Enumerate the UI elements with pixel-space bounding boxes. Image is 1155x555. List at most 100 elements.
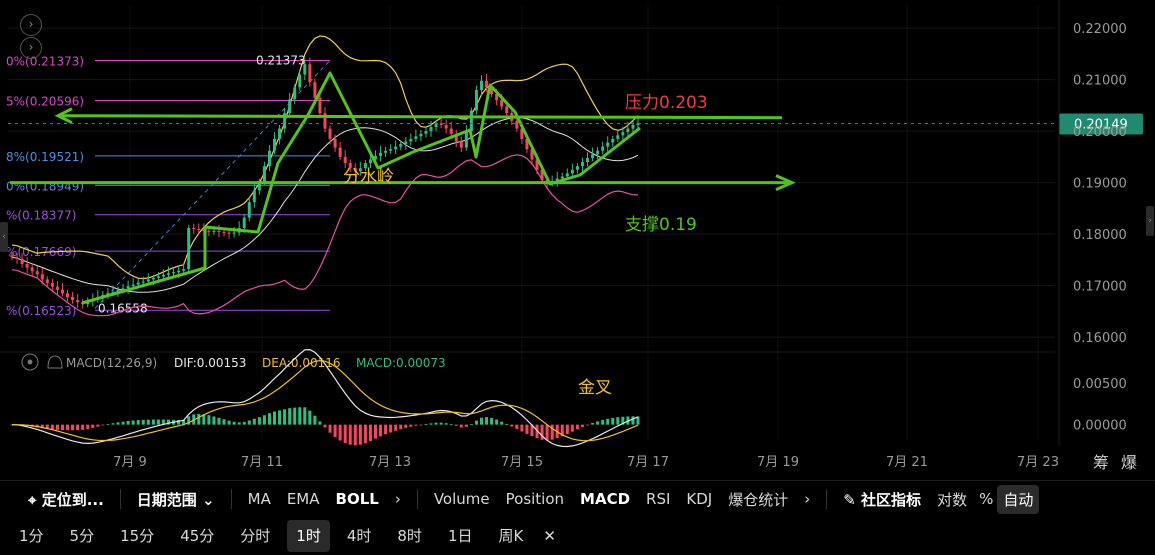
expand-icon-2[interactable]: › (20, 37, 42, 59)
interval-15m[interactable]: 15分 (111, 520, 163, 552)
log-scale-toggle[interactable]: 对数 (929, 489, 975, 510)
macd-histogram-bar (510, 424, 514, 427)
macd-histogram-bar (146, 419, 150, 425)
macd-histogram-bar (91, 424, 95, 428)
macd-histogram-bar (257, 417, 261, 425)
liquidation-icon: 爆 (1121, 453, 1137, 472)
indicator-boll[interactable]: BOLL (328, 490, 387, 508)
macd-histogram-bar (131, 420, 135, 425)
interval-1h[interactable]: 1时 (287, 519, 330, 552)
macd-histogram-bar (586, 424, 590, 426)
candle-body (596, 150, 600, 155)
macd-histogram-bar (71, 424, 75, 431)
macd-histogram-bar (227, 420, 231, 425)
indicator-liquidation[interactable]: 爆仓统计 (720, 489, 796, 510)
macd-histogram-bar (101, 424, 105, 426)
candle-body (601, 146, 605, 151)
macd-histogram-bar (126, 420, 130, 425)
indicator-kdj[interactable]: KDJ (678, 490, 720, 508)
candle-body (252, 190, 256, 203)
macd-histogram-bar (459, 424, 463, 428)
date-range-dropdown[interactable]: 日期范围 ⌄ (129, 489, 223, 510)
boll-upper-line (11, 35, 639, 280)
candle-body (565, 173, 569, 177)
candle-body (232, 232, 236, 234)
candle-body (368, 159, 372, 164)
indicator-toolbar: ⌖ 定位到... 日期范围 ⌄ MA EMA BOLL › Volume Pos… (0, 480, 1155, 517)
time-tick-label: 7月 17 (627, 455, 669, 470)
macd-histogram-bar (515, 424, 519, 429)
chevron-right-icon[interactable]: › (796, 490, 818, 508)
interval-45m[interactable]: 45分 (171, 520, 223, 552)
indicator-volume[interactable]: Volume (426, 490, 498, 508)
macd-histogram-bar (434, 422, 438, 425)
interval-1d[interactable]: 1日 (439, 520, 482, 552)
interval-4h[interactable]: 4时 (338, 520, 381, 552)
right-collapse-tab[interactable]: › (1146, 206, 1154, 236)
indicator-ma[interactable]: MA (240, 490, 279, 508)
indicator-rsi[interactable]: RSI (638, 490, 678, 508)
price-tick-label: 0.21000 (1073, 74, 1127, 89)
macd-dif-label: DIF:0.00153 (174, 356, 246, 370)
candle-body (161, 274, 165, 277)
candle-body (278, 128, 282, 139)
candle-body (247, 202, 251, 218)
candle-body (212, 231, 216, 233)
time-tick-label: 7月 19 (757, 455, 799, 470)
macd-histogram-bar (358, 424, 362, 445)
macd-histogram-bar (379, 424, 383, 437)
candle-body (25, 264, 29, 268)
left-collapse-tab[interactable]: ‹ (0, 222, 8, 252)
macd-histogram-bar (368, 424, 372, 441)
close-icon[interactable]: ✕ (534, 520, 565, 552)
locate-label: 定位到... (41, 490, 104, 509)
expand-icon[interactable]: › (20, 14, 42, 36)
macd-histogram-bar (414, 424, 418, 426)
interval-8h[interactable]: 8时 (388, 520, 431, 552)
auto-scale-toggle[interactable]: 自动 (997, 484, 1040, 514)
candle-body (318, 97, 322, 114)
percent-scale-toggle[interactable]: % (975, 490, 997, 508)
price-tick-label: 0.19000 (1073, 177, 1127, 192)
candle-body (50, 283, 54, 287)
candle-body (449, 128, 453, 134)
candle-body (394, 146, 398, 150)
macd-histogram-bar (419, 424, 423, 426)
macd-histogram-bar (343, 424, 347, 444)
candle-body (591, 154, 595, 158)
candle-body (131, 284, 135, 287)
candle-body (141, 281, 145, 283)
macd-histogram-bar (580, 424, 584, 428)
macd-histogram-bar (303, 407, 307, 425)
edit-icon: ✎ (843, 490, 856, 509)
candle-body (303, 64, 307, 75)
macd-histogram-bar (318, 421, 322, 425)
indicator-macd[interactable]: MACD (572, 490, 638, 508)
candle-body (631, 124, 635, 129)
interval-week[interactable]: 周K (489, 520, 532, 552)
locate-button[interactable]: ⌖ 定位到... (0, 489, 112, 510)
macd-histogram-bar (136, 420, 140, 425)
price-chart[interactable]: 0%(0.21373)5%(0.20596)8%(0.19521)0%(0.18… (0, 0, 1155, 480)
macd-histogram-bar (575, 424, 579, 430)
macd-histogram-bar (449, 424, 453, 426)
macd-histogram-bar (606, 418, 610, 425)
interval-1m[interactable]: 1分 (10, 520, 53, 552)
interval-5m[interactable]: 5分 (61, 520, 104, 552)
golden-cross-label: 金叉 (578, 378, 612, 398)
interval-timeshare[interactable]: 分时 (231, 520, 279, 552)
candle-body (560, 176, 564, 179)
candle-body (606, 142, 610, 147)
community-indicators-button[interactable]: ✎ 社区指标 (835, 489, 929, 510)
candle-body (242, 217, 246, 228)
chevron-right-icon[interactable]: › (387, 490, 409, 508)
indicator-ema[interactable]: EMA (279, 490, 328, 508)
indicator-position[interactable]: Position (498, 490, 572, 508)
candle-body (515, 120, 519, 129)
candle-body (616, 135, 620, 139)
chip-dist-icon: 筹 (1093, 453, 1109, 472)
candle-body (500, 100, 504, 107)
candle-body (76, 300, 80, 303)
chevron-down-icon: ⌄ (202, 490, 215, 509)
fib-level-label: %(0.18377) (6, 209, 76, 223)
